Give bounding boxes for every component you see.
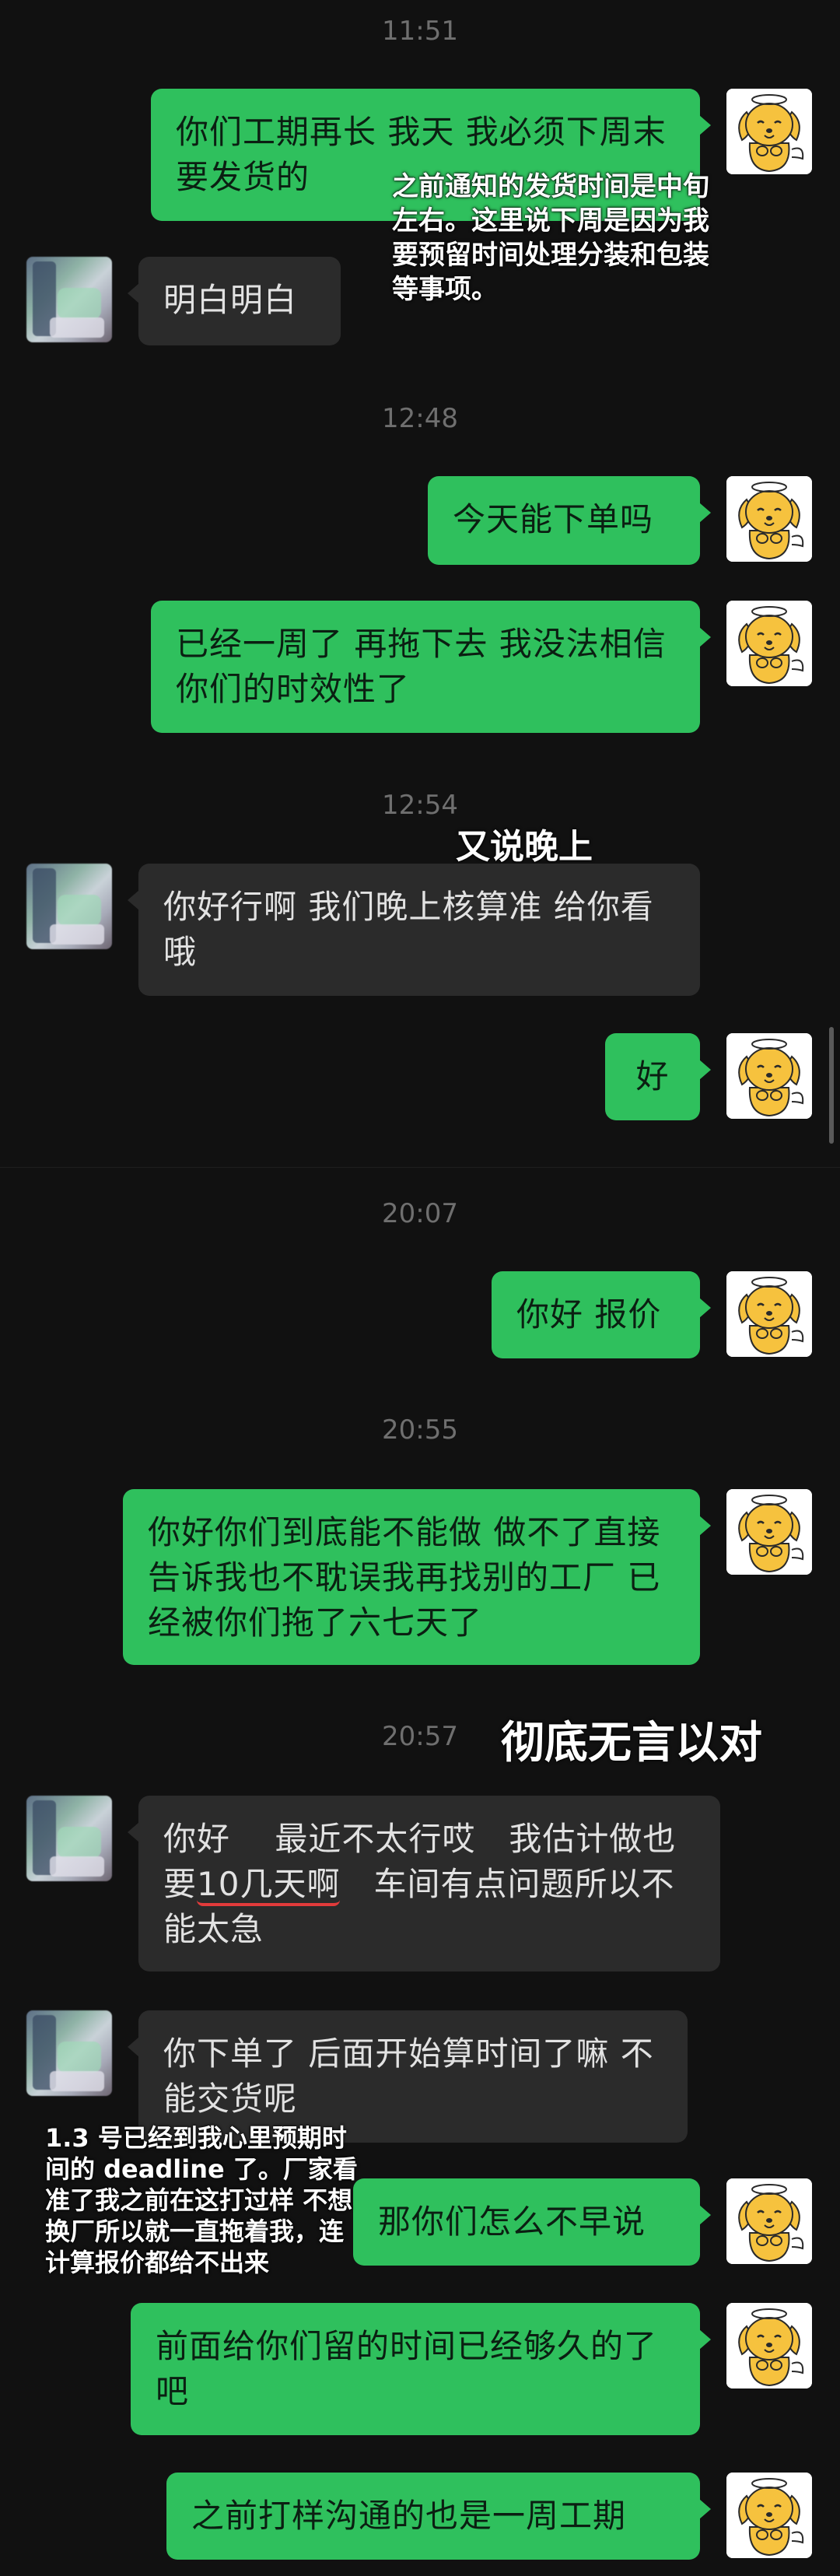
cartoon-dog-icon — [726, 2303, 812, 2388]
message-text: 你好 报价 — [516, 1295, 662, 1334]
contact-message-bubble[interactable]: 你好行啊 我们晚上核算准 给你看哦 — [128, 864, 700, 996]
my-avatar[interactable] — [726, 1489, 812, 1575]
my-message-bubble[interactable]: 好 — [605, 1033, 711, 1120]
my-message-bubble[interactable]: 那你们怎么不早说 — [353, 2178, 711, 2266]
my-message-bubble[interactable]: 今天能下单吗 — [428, 476, 711, 565]
timestamp: 20:55 — [382, 1414, 458, 1446]
contact-avatar[interactable] — [26, 1796, 112, 1881]
cartoon-dog-icon — [726, 89, 812, 174]
message-text: 好 — [635, 1057, 670, 1095]
my-avatar[interactable] — [726, 2473, 812, 2558]
timestamp: 11:51 — [382, 16, 458, 47]
message-text: 你好行啊 我们晚上核算准 给你看哦 — [163, 888, 654, 971]
cartoon-dog-icon — [726, 2473, 812, 2558]
my-message-bubble[interactable]: 已经一周了 再拖下去 我没法相信你们的时效性了 — [151, 601, 711, 733]
cartoon-dog-icon — [726, 1033, 812, 1119]
my-message-bubble[interactable]: 你好你们到底能不能做 做不了直接告诉我也不耽误我再找别的工厂 已经被你们拖了六七… — [123, 1489, 711, 1665]
message-text: 你下单了 后面开始算时间了嘛 不能交货呢 — [163, 2035, 654, 2118]
my-avatar[interactable] — [726, 89, 812, 174]
my-avatar[interactable] — [726, 2303, 812, 2388]
my-avatar[interactable] — [726, 2178, 812, 2264]
contact-avatar[interactable] — [26, 864, 112, 949]
message-text: 明白明白 — [163, 281, 298, 319]
my-message-bubble[interactable]: 你好 报价 — [492, 1271, 711, 1358]
my-avatar[interactable] — [726, 1033, 812, 1119]
contact-avatar[interactable] — [26, 257, 112, 342]
message-text: 已经一周了 再拖下去 我没法相信你们的时效性了 — [176, 625, 667, 708]
my-avatar[interactable] — [726, 1271, 812, 1357]
cartoon-dog-icon — [726, 1489, 812, 1575]
contact-message-bubble[interactable]: 你好 最近不太行哎 我估计做也要10几天啊 车间有点问题所以不能太急 — [128, 1796, 720, 1971]
timestamp: 12:48 — [382, 403, 458, 434]
cartoon-dog-icon — [726, 601, 812, 686]
scrollbar[interactable] — [829, 1027, 834, 1144]
underlined-text: 10几天啊 — [197, 1865, 341, 1906]
message-text: 之前打样沟通的也是一周工期 — [191, 2497, 627, 2535]
timestamp: 20:07 — [382, 1198, 458, 1229]
my-message-bubble[interactable]: 前面给你们留的时间已经够久的了吧 — [131, 2303, 711, 2435]
my-message-bubble[interactable]: 之前打样沟通的也是一周工期 — [166, 2473, 711, 2560]
contact-avatar[interactable] — [26, 2010, 112, 2096]
my-avatar[interactable] — [726, 601, 812, 686]
message-text: 你好你们到底能不能做 做不了直接告诉我也不耽误我再找别的工厂 已经被你们拖了六七… — [148, 1513, 661, 1642]
message-text: 那你们怎么不早说 — [378, 2203, 646, 2241]
timestamp: 12:54 — [382, 790, 458, 821]
screenshot-divider — [0, 1167, 840, 1168]
annotation-note: 1.3 号已经到我心里预期时间的 deadline 了。厂家看准了我之前在这打过… — [45, 2123, 358, 2277]
cartoon-dog-icon — [726, 1271, 812, 1357]
cartoon-dog-icon — [726, 2178, 812, 2264]
cartoon-dog-icon — [726, 476, 812, 562]
annotation-note: 之前通知的发货时间是中旬左右。这里说下周是因为我要预留时间处理分装和包装等事项。 — [392, 171, 709, 305]
annotation-note: 又说晚上 — [456, 827, 593, 867]
contact-message-bubble[interactable]: 明白明白 — [128, 257, 341, 345]
annotation-note: 彻底无言以对 — [501, 1718, 762, 1768]
my-avatar[interactable] — [726, 476, 812, 562]
message-text: 今天能下单吗 — [453, 500, 654, 538]
message-text: 前面给你们留的时间已经够久的了吧 — [156, 2327, 658, 2410]
